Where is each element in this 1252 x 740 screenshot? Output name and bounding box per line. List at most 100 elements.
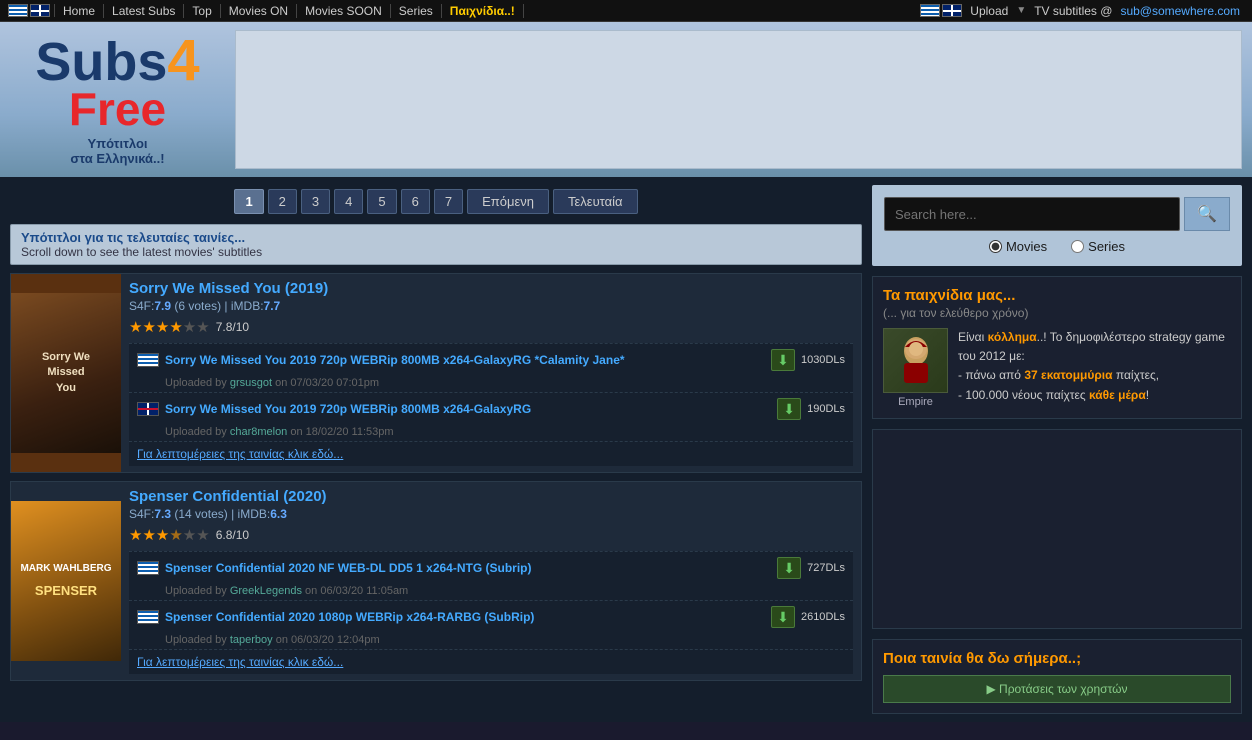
- games-avatar-area: Empire: [883, 328, 948, 408]
- flag-gr-right-icon: [920, 4, 940, 17]
- flag-gr-sorry-1-icon: [137, 353, 159, 367]
- page-2-btn[interactable]: 2: [268, 189, 297, 214]
- logo-free: Free: [69, 83, 166, 135]
- radio-series[interactable]: [1071, 240, 1084, 253]
- logo-4: 4: [167, 28, 199, 93]
- nav-games[interactable]: Παιχνίδια..!: [442, 4, 524, 18]
- last-page-btn[interactable]: Τελευταία: [553, 189, 638, 214]
- upload-dropdown-icon: ▼: [1016, 5, 1026, 16]
- download-btn-spenser-2[interactable]: ⬇: [771, 606, 795, 628]
- page-4-btn[interactable]: 4: [334, 189, 363, 214]
- details-link-sorry[interactable]: Για λεπτομέρειες της ταινίας κλικ εδώ...: [129, 441, 853, 466]
- radio-movies-label[interactable]: Movies: [989, 239, 1047, 254]
- page-6-btn[interactable]: 6: [401, 189, 430, 214]
- subtitle-row-spenser-1: Spenser Confidential 2020 NF WEB-DL DD5 …: [129, 551, 853, 584]
- rating-text-sorry: 7.8/10: [216, 320, 249, 334]
- search-box: 🔍 Movies Series: [872, 185, 1242, 266]
- games-box: Τα παιχνίδια μας... (... για τον ελεύθερ…: [872, 276, 1242, 419]
- nav-email[interactable]: sub@somewhere.com: [1120, 4, 1240, 18]
- rating-text-spenser: 6.8/10: [216, 528, 249, 542]
- nav-movies-soon[interactable]: Movies SOON: [297, 4, 391, 18]
- logo-area: Subs4 Free Υπότιτλοιστα Ελληνικά..!: [10, 30, 225, 169]
- uploader-sorry-1: Uploaded by grsusgot on 07/03/20 07:01pm: [129, 376, 853, 392]
- movie-suggest-title: Ποια ταινία θα δω σήμερα..;: [883, 650, 1231, 667]
- nav-movies-on[interactable]: Movies ON: [221, 4, 297, 18]
- movie-info-sorry: Sorry We Missed You (2019) S4F:7.9 (6 vo…: [121, 274, 861, 472]
- flag-gr-spenser-1-icon: [137, 561, 159, 575]
- games-avatar: [883, 328, 948, 393]
- flag-gr-spenser-2-icon: [137, 610, 159, 624]
- subtitle-row-sorry-1: Sorry We Missed You 2019 720p WEBRip 800…: [129, 343, 853, 376]
- subtitle-link-sorry-1[interactable]: Sorry We Missed You 2019 720p WEBRip 800…: [165, 353, 765, 367]
- movie-entry-spenser: MARK WAHLBERG SPENSER Spenser Confidenti…: [10, 481, 862, 681]
- header-banner: [235, 30, 1242, 169]
- site-header: Subs4 Free Υπότιτλοιστα Ελληνικά..!: [0, 22, 1252, 177]
- nav-series[interactable]: Series: [391, 4, 442, 18]
- search-row: 🔍: [884, 197, 1230, 231]
- next-page-btn[interactable]: Επόμενη: [467, 189, 549, 214]
- games-description: Είναι κόλλημα..! Το δημοφιλέστερο strate…: [958, 328, 1231, 405]
- dl-count-sorry-1: 1030DLs: [801, 354, 845, 366]
- subtitle-link-sorry-2[interactable]: Sorry We Missed You 2019 720p WEBRip 800…: [165, 402, 771, 416]
- flag-uk-icon: [30, 4, 50, 17]
- download-btn-sorry-1[interactable]: ⬇: [771, 349, 795, 371]
- main-container: 1 2 3 4 5 6 7 Επόμενη Τελευταία Υπότιτλο…: [0, 177, 1252, 722]
- sidebar: 🔍 Movies Series Τα παιχνίδια μας... (...…: [872, 185, 1242, 714]
- radio-series-label[interactable]: Series: [1071, 239, 1125, 254]
- movie-title-spenser[interactable]: Spenser Confidential (2020): [129, 488, 327, 505]
- logo-tagline: Υπότιτλοιστα Ελληνικά..!: [70, 136, 164, 166]
- top-nav-flags-right: [920, 4, 962, 17]
- flag-gr-icon: [8, 4, 28, 17]
- dl-count-spenser-1: 727DLs: [807, 562, 845, 574]
- subtitle-link-spenser-2[interactable]: Spenser Confidential 2020 1080p WEBRip x…: [165, 610, 765, 624]
- stars-spenser: ★★★★★★ 6.8/10: [129, 526, 249, 544]
- uploader-spenser-2: Uploaded by taperboy on 06/03/20 12:04pm: [129, 633, 853, 649]
- stars-sorry: ★★★★★★ 7.8/10: [129, 318, 249, 336]
- logo: Subs4 Free: [35, 33, 199, 132]
- games-subtitle: (... για τον ελεύθερο χρόνο): [883, 306, 1231, 320]
- search-input[interactable]: [884, 197, 1180, 231]
- movie-suggest-box: Ποια ταινία θα δω σήμερα..; ▶ Προτάσεις …: [872, 639, 1242, 714]
- games-name: Empire: [883, 396, 948, 408]
- nav-tv-subtitles[interactable]: TV subtitles @: [1034, 4, 1112, 18]
- page-5-btn[interactable]: 5: [367, 189, 396, 214]
- games-title: Τα παιχνίδια μας...: [883, 287, 1231, 304]
- uploader-sorry-2: Uploaded by char8melon on 18/02/20 11:53…: [129, 425, 853, 441]
- top-nav: Home Latest Subs Top Movies ON Movies SO…: [0, 0, 1252, 22]
- flag-uk-sorry-2-icon: [137, 402, 159, 416]
- flag-uk-right-icon: [942, 4, 962, 17]
- nav-home[interactable]: Home: [55, 4, 104, 18]
- page-3-btn[interactable]: 3: [301, 189, 330, 214]
- nav-right: Upload ▼ TV subtitles @ sub@somewhere.co…: [920, 4, 1248, 18]
- movie-info-spenser: Spenser Confidential (2020) S4F:7.3 (14 …: [121, 482, 861, 680]
- top-nav-flags-left: [4, 4, 55, 17]
- movie-poster-spenser: MARK WAHLBERG SPENSER: [11, 482, 121, 680]
- suggest-button[interactable]: ▶ Προτάσεις των χρηστών: [883, 675, 1231, 703]
- content-area: 1 2 3 4 5 6 7 Επόμενη Τελευταία Υπότιτλο…: [10, 185, 862, 714]
- movie-title-sorry[interactable]: Sorry We Missed You (2019): [129, 280, 328, 297]
- movie-entry-sorry: Sorry WeMissedYou Sorry We Missed You (2…: [10, 273, 862, 473]
- nav-upload[interactable]: Upload: [970, 4, 1008, 18]
- page-1-btn[interactable]: 1: [234, 189, 263, 214]
- nav-top[interactable]: Top: [184, 4, 220, 18]
- uploader-spenser-1: Uploaded by GreekLegends on 06/03/20 11:…: [129, 584, 853, 600]
- movie-poster-sorry: Sorry WeMissedYou: [11, 274, 121, 472]
- notice-title: Υπότιτλοι για τις τελευταίες ταινίες...: [21, 230, 851, 245]
- download-btn-spenser-1[interactable]: ⬇: [777, 557, 801, 579]
- download-btn-sorry-2[interactable]: ⬇: [777, 398, 801, 420]
- radio-movies[interactable]: [989, 240, 1002, 253]
- search-button[interactable]: 🔍: [1184, 197, 1230, 231]
- movie-rating-spenser: S4F:7.3 (14 votes) | iMDB:6.3: [129, 507, 853, 521]
- nav-latest-subs[interactable]: Latest Subs: [104, 4, 184, 18]
- search-radio-row: Movies Series: [884, 239, 1230, 254]
- dl-count-spenser-2: 2610DLs: [801, 611, 845, 623]
- sidebar-spacer: [872, 429, 1242, 629]
- subtitle-row-spenser-2: Spenser Confidential 2020 1080p WEBRip x…: [129, 600, 853, 633]
- notice-subtitle: Scroll down to see the latest movies' su…: [21, 245, 851, 259]
- dl-count-sorry-2: 190DLs: [807, 403, 845, 415]
- page-7-btn[interactable]: 7: [434, 189, 463, 214]
- pagination: 1 2 3 4 5 6 7 Επόμενη Τελευταία: [10, 189, 862, 214]
- details-link-spenser[interactable]: Για λεπτομέρειες της ταινίας κλικ εδώ...: [129, 649, 853, 674]
- movie-rating-sorry: S4F:7.9 (6 votes) | iMDB:7.7: [129, 299, 853, 313]
- subtitle-link-spenser-1[interactable]: Spenser Confidential 2020 NF WEB-DL DD5 …: [165, 561, 771, 575]
